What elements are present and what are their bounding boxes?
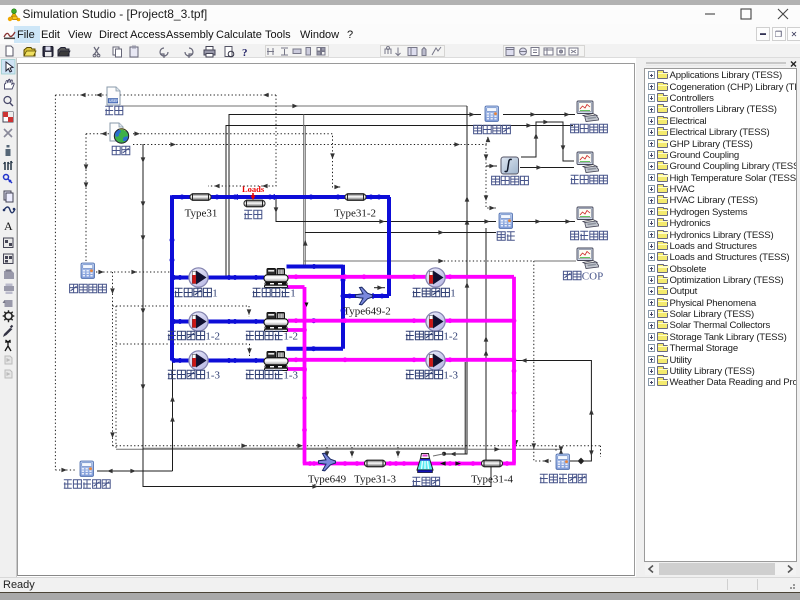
svg-text:1-2: 1-2 [283, 331, 298, 343]
svg-text:Type31-2: Type31-2 [334, 208, 376, 220]
svg-text:Type31-4: Type31-4 [471, 474, 513, 486]
svg-text:Type649-2: Type649-2 [343, 306, 391, 318]
svg-text:1: 1 [450, 288, 456, 300]
svg-text:1-2: 1-2 [443, 331, 458, 343]
svg-text:1-2: 1-2 [205, 331, 220, 343]
svg-text:COP: COP [582, 271, 603, 283]
svg-text:Type31: Type31 [185, 208, 218, 220]
svg-text:1: 1 [212, 288, 218, 300]
svg-text:Loads: Loads [242, 184, 265, 194]
svg-text:Type649: Type649 [308, 474, 347, 486]
svg-text:1: 1 [290, 288, 296, 300]
svg-text:Type31-3: Type31-3 [354, 474, 396, 486]
svg-text:1-3: 1-3 [283, 370, 298, 382]
svg-text:1-3: 1-3 [443, 370, 458, 382]
svg-text:1-3: 1-3 [205, 370, 220, 382]
